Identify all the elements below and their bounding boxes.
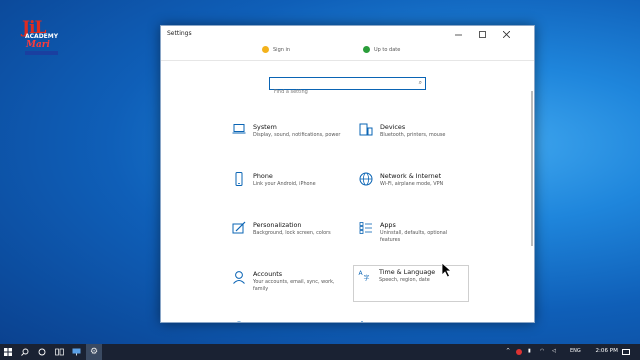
tile-title: Personalization [253,221,302,229]
start-button[interactable] [0,344,16,360]
tile-phone[interactable]: Phone Link your Android, iPhone [228,170,343,208]
tile-description: Background, lock screen, colors [253,230,331,236]
volume-icon[interactable]: ◁ [552,348,556,354]
tile-personalization[interactable]: Personalization Background, lock screen,… [228,219,343,257]
tile-system[interactable]: System Display, sound, notifications, po… [228,121,343,159]
tile-title: Phone [253,172,273,180]
tile-network[interactable]: Network & Internet Wi-Fi, airplane mode,… [355,170,470,208]
maximize-icon [478,30,486,38]
wifi-icon[interactable]: ◠ [540,348,544,354]
mouse-cursor-icon [441,262,453,278]
tile-title: Time & Language [379,268,436,276]
tile-title: System [253,123,277,131]
sign-in-label: Sign in [273,46,291,53]
apps-list-icon [359,221,373,235]
sign-in-link[interactable]: Sign in [262,46,290,53]
svg-text:字: 字 [364,274,370,282]
search-icon [21,348,29,356]
tile-title: Network & Internet [380,172,442,180]
search-input[interactable] [270,86,414,98]
monitor-icon [72,348,80,356]
ease-of-access-icon [359,316,373,322]
maximize-button[interactable] [471,27,493,41]
gaming-icon [232,316,246,322]
scrollbar[interactable] [531,91,533,246]
person-icon [232,270,246,284]
jil-academy-logo: JiL ACADEMY Mari [22,18,62,56]
laptop-icon [232,123,246,137]
title-bar[interactable]: Settings [161,26,534,42]
cortana-button[interactable] [34,344,50,360]
tile-devices[interactable]: Devices Bluetooth, printers, mouse [355,121,470,159]
taskbar-app-monitor[interactable] [68,344,84,360]
search-taskbar-button[interactable] [17,344,33,360]
minimize-icon [454,34,462,35]
close-icon [502,30,510,38]
task-view-button[interactable] [51,344,67,360]
logo-bar [25,51,58,55]
tray-app-icon[interactable] [516,349,522,355]
tile-accounts[interactable]: Accounts Your accounts, email, sync, wor… [228,268,343,306]
logo-subtext: ACADEMY [25,33,59,40]
header-divider [161,60,534,61]
minimize-button[interactable] [447,27,469,41]
update-check-icon [363,46,370,53]
tile-description: Link your Android, iPhone [253,181,316,187]
close-button[interactable] [495,27,517,41]
phone-icon [232,172,246,186]
account-status-strip: Sign in Up to date [161,42,534,60]
gear-icon: ⚙ [89,347,99,357]
update-status-link[interactable]: Up to date [363,46,400,53]
tile-title: Devices [380,123,406,131]
tile-description: Uninstall, defaults, optional features [380,230,448,243]
settings-window: Settings Sign in Up to date ⌕ System D [160,25,535,323]
tile-title: Accounts [253,270,283,278]
keyboard-printer-icon [359,123,373,137]
search-box[interactable]: ⌕ [269,77,426,98]
tile-apps[interactable]: Apps Uninstall, defaults, optional featu… [355,219,470,257]
clock-time[interactable]: 2:06 PM [595,348,618,354]
search-icon: ⌕ [418,79,422,86]
tray-chevron-icon[interactable]: ^ [506,348,510,354]
tile-description: Speech, region, date [379,277,430,283]
tile-description: Wi-Fi, airplane mode, VPN [380,181,444,187]
tile-description: Bluetooth, printers, mouse [380,132,446,138]
tile-description: Your accounts, email, sync, work, family [253,279,335,292]
user-status-icon [262,46,269,53]
globe-icon [359,172,373,186]
tile-title: Apps [380,221,396,229]
notification-icon[interactable] [622,349,630,355]
tile-description: Display, sound, notifications, power [253,132,341,138]
update-status-label: Up to date [374,46,401,53]
windows-logo-icon [4,348,12,356]
task-view-icon [54,348,64,356]
logo-script: Mari [26,40,50,50]
cortana-circle-icon [38,348,46,356]
battery-icon[interactable]: ▮ [528,348,531,354]
taskbar-app-settings[interactable]: ⚙ [86,344,102,360]
clock-language-icon: A字 [358,268,372,282]
paint-brush-icon [232,221,246,235]
window-title: Settings [167,30,192,37]
input-language[interactable]: ENG [570,348,581,354]
taskbar: ⚙ ^ ▮ ◠ ◁ ENG 2:06 PM [0,344,640,360]
